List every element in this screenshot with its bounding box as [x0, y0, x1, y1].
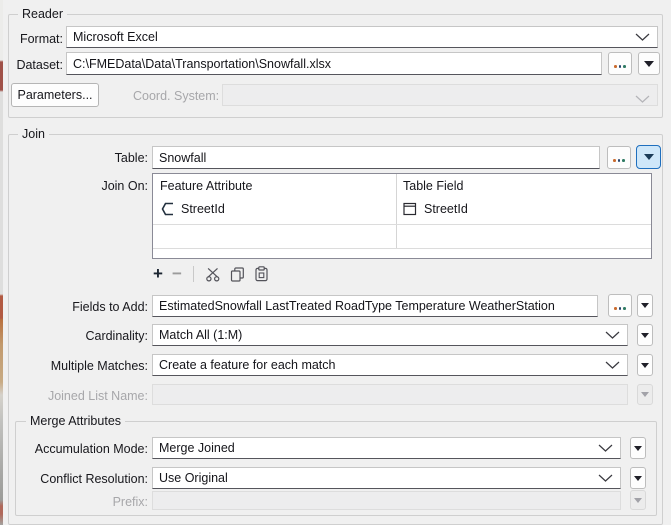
prefix-dropdown-button: [630, 490, 646, 510]
table-value[interactable]: [153, 147, 599, 168]
conflict-resolution-value[interactable]: [153, 468, 620, 488]
cardinality-label: Cardinality:: [85, 329, 148, 343]
ellipsis-icon: [614, 301, 626, 310]
dataset-dropdown-button[interactable]: [638, 52, 660, 75]
scissors-icon: [206, 267, 220, 282]
chevron-down-icon: [605, 361, 620, 369]
fields-to-add-field[interactable]: [152, 295, 598, 317]
cardinality-value[interactable]: [153, 325, 627, 345]
dropdown-triangle-icon: [641, 332, 649, 338]
feature-attribute-cell: StreetId: [181, 202, 225, 216]
cardinality-combobox[interactable]: [152, 324, 628, 346]
accumulation-mode-dropdown-button[interactable]: [630, 437, 646, 459]
dropdown-triangle-icon: [634, 445, 642, 451]
format-value[interactable]: [67, 27, 657, 47]
cut-button[interactable]: [205, 267, 221, 282]
join-on-label: Join On:: [101, 179, 148, 193]
join-group-title: Join: [18, 127, 49, 141]
paste-button[interactable]: [254, 266, 269, 282]
reader-group-title: Reader: [18, 7, 67, 21]
transformer-parameters-panel: Reader Format: Dataset: Parameters... Co…: [0, 0, 671, 525]
multiple-matches-combobox[interactable]: [152, 354, 628, 376]
ellipsis-icon: [613, 153, 625, 162]
multiple-matches-label: Multiple Matches:: [50, 359, 148, 373]
dropdown-triangle-icon: [641, 303, 649, 308]
table-row[interactable]: StreetId: [403, 202, 468, 216]
coord-system-combobox: [222, 84, 658, 106]
format-label: Format:: [19, 32, 63, 46]
clipboard-paste-icon: [255, 266, 268, 282]
joined-list-name-label: Joined List Name:: [47, 389, 148, 403]
join-on-toolbar: + −: [153, 263, 269, 285]
joined-list-name-dropdown-button: [637, 384, 653, 405]
accumulation-mode-label: Accumulation Mode:: [34, 442, 148, 456]
cardinality-dropdown-button[interactable]: [637, 324, 653, 346]
table-label: Table:: [114, 151, 148, 165]
prefix-label: Prefix:: [112, 495, 148, 509]
background-canvas-edge: [0, 0, 3, 525]
parameters-button[interactable]: Parameters...: [11, 83, 99, 107]
copy-icon: [230, 266, 244, 282]
column-header-table-field: Table Field: [403, 179, 464, 193]
coord-system-label: Coord. System:: [133, 89, 220, 103]
row-divider: [153, 248, 651, 249]
fields-to-add-value[interactable]: [153, 296, 597, 316]
fields-to-add-browse-button[interactable]: [608, 294, 632, 317]
conflict-resolution-label: Conflict Resolution:: [40, 472, 148, 486]
dropdown-triangle-icon: [634, 497, 642, 503]
chevron-down-icon: [635, 92, 650, 106]
multiple-matches-dropdown-button[interactable]: [637, 354, 653, 376]
dataset-field[interactable]: [66, 52, 602, 75]
table-browse-button[interactable]: [607, 146, 631, 169]
merge-attributes-group-title: Merge Attributes: [26, 414, 126, 428]
prefix-field: [152, 491, 621, 510]
multiple-matches-value[interactable]: [153, 355, 627, 375]
table-row[interactable]: StreetId: [161, 202, 225, 216]
chevron-down-icon: [605, 331, 620, 339]
conflict-resolution-dropdown-button[interactable]: [630, 467, 646, 489]
table-field-icon: [403, 202, 417, 216]
join-on-table[interactable]: Feature Attribute Table Field StreetId S…: [152, 173, 652, 259]
copy-button[interactable]: [230, 266, 245, 282]
dropdown-triangle-icon: [641, 362, 649, 368]
parameters-button-label: Parameters...: [17, 88, 93, 102]
chevron-down-icon: [635, 33, 650, 41]
feature-attribute-icon: [161, 202, 173, 216]
conflict-resolution-combobox[interactable]: [152, 467, 621, 489]
chevron-down-icon: [598, 474, 613, 482]
toolbar-separator: [192, 266, 194, 282]
column-divider: [396, 174, 397, 248]
ellipsis-icon: [614, 59, 626, 68]
dropdown-triangle-icon: [644, 60, 654, 67]
dataset-browse-button[interactable]: [608, 52, 632, 75]
table-field[interactable]: [152, 146, 600, 169]
dropdown-triangle-icon: [643, 154, 654, 160]
remove-row-button[interactable]: −: [172, 264, 182, 284]
dropdown-triangle-icon: [641, 392, 649, 397]
fields-to-add-dropdown-button[interactable]: [637, 294, 653, 317]
chevron-down-icon: [598, 444, 613, 452]
fields-to-add-label: Fields to Add:: [72, 300, 148, 314]
format-combobox[interactable]: [66, 26, 658, 48]
dropdown-triangle-icon: [634, 475, 642, 481]
accumulation-mode-value[interactable]: [153, 438, 620, 458]
add-row-button[interactable]: +: [153, 264, 163, 284]
accumulation-mode-combobox[interactable]: [152, 437, 621, 459]
dataset-value[interactable]: [67, 53, 601, 74]
row-divider: [153, 224, 651, 225]
table-field-cell: StreetId: [424, 202, 468, 216]
dataset-label: Dataset:: [16, 58, 63, 72]
table-dropdown-button-highlighted[interactable]: [636, 145, 661, 169]
joined-list-name-field: [152, 384, 628, 405]
column-header-feature-attribute: Feature Attribute: [160, 179, 253, 193]
